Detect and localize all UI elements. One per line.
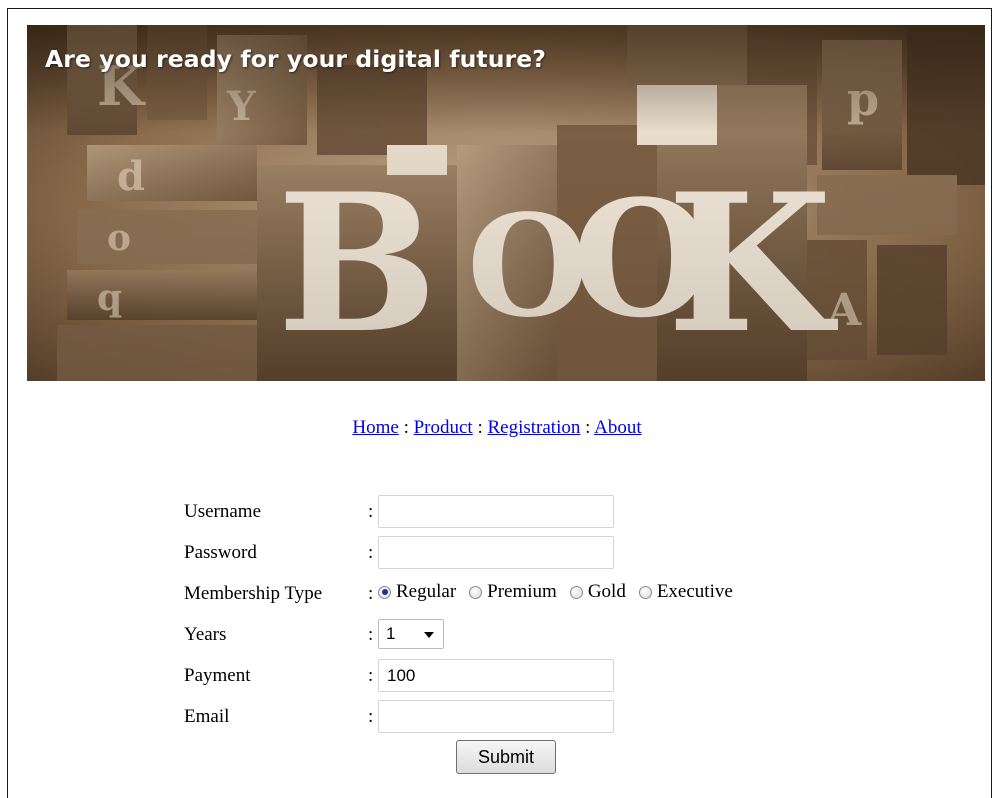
radio-selected-icon bbox=[378, 585, 391, 599]
membership-radio-gold[interactable]: Gold bbox=[569, 581, 626, 603]
radio-icon bbox=[469, 585, 483, 599]
field-colon: : bbox=[368, 501, 374, 522]
membership-radio-regular[interactable]: Regular bbox=[378, 581, 456, 603]
field-colon: : bbox=[368, 665, 374, 686]
nav-separator: : bbox=[403, 417, 409, 438]
nav-link-home[interactable]: Home bbox=[352, 417, 398, 438]
years-select[interactable]: 1 bbox=[378, 619, 444, 649]
password-input[interactable] bbox=[378, 536, 614, 569]
chevron-down-icon bbox=[424, 632, 434, 638]
field-colon: : bbox=[368, 706, 374, 727]
submit-button[interactable]: Submit bbox=[456, 740, 556, 774]
payment-input[interactable] bbox=[378, 659, 614, 692]
nav-separator: : bbox=[585, 417, 591, 438]
membership-radio-group: Regular Premium Gold Executive bbox=[378, 581, 746, 603]
nav-separator: : bbox=[477, 417, 483, 438]
membership-radio-executive[interactable]: Executive bbox=[638, 581, 733, 603]
radio-label: Regular bbox=[396, 581, 457, 602]
banner-title: Are you ready for your digital future? bbox=[45, 45, 547, 73]
radio-label: Executive bbox=[656, 581, 733, 602]
field-colon: : bbox=[368, 583, 374, 604]
hero-banner: K Y p d o q A B O O K Are you ready for … bbox=[27, 25, 985, 381]
payment-label: Payment bbox=[184, 665, 251, 686]
email-input[interactable] bbox=[378, 700, 614, 733]
username-input[interactable] bbox=[378, 495, 614, 528]
years-select-value: 1 bbox=[386, 624, 396, 643]
radio-icon bbox=[569, 585, 583, 599]
book-letterpress-image: K Y p d o q A B O O K bbox=[27, 25, 985, 381]
membership-label: Membership Type bbox=[184, 583, 323, 604]
field-colon: : bbox=[368, 624, 374, 645]
radio-icon bbox=[638, 585, 652, 599]
username-label: Username bbox=[184, 501, 262, 522]
membership-radio-premium[interactable]: Premium bbox=[469, 581, 557, 603]
main-nav: Home : Product : Registration : About bbox=[0, 417, 994, 439]
nav-link-about[interactable]: About bbox=[594, 417, 642, 438]
password-label: Password bbox=[184, 542, 257, 563]
nav-link-product[interactable]: Product bbox=[414, 417, 473, 438]
radio-label: Premium bbox=[487, 581, 557, 602]
submit-wrap: Submit bbox=[456, 740, 556, 774]
field-colon: : bbox=[368, 542, 374, 563]
years-label: Years bbox=[184, 624, 227, 645]
radio-label: Gold bbox=[587, 581, 626, 602]
email-label: Email bbox=[184, 706, 230, 727]
nav-link-registration[interactable]: Registration bbox=[487, 417, 580, 438]
